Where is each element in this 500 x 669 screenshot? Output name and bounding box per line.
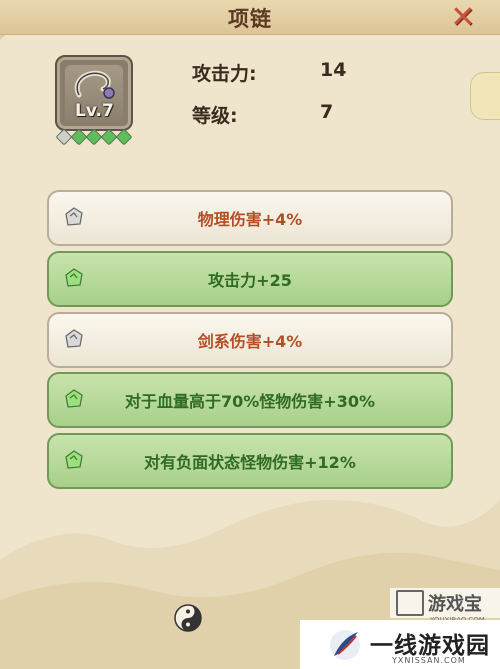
- close-x-icon: ✕: [450, 0, 476, 35]
- bonus-row: 物理伤害+4%: [47, 190, 453, 246]
- bonus-row: 对有负面状态怪物伤害+12%: [47, 433, 453, 489]
- window-title: 项链: [228, 7, 272, 31]
- level-label: 等级:: [192, 105, 238, 127]
- watermark-youxibao: 游戏宝: [390, 588, 500, 618]
- close-button[interactable]: ✕: [444, 0, 482, 35]
- bonus-row: 对于血量高于70%怪物伤害+30%: [47, 372, 453, 428]
- watermark-yixian: 一线游戏园 YXNISSAN.COM: [300, 620, 500, 669]
- watermark-site2-url: YXNISSAN.COM: [392, 656, 466, 665]
- bonus-text: 对有负面状态怪物伤害+12%: [144, 453, 356, 472]
- bonus-text: 物理伤害+4%: [197, 210, 303, 229]
- watermark-feather-icon: [330, 630, 360, 660]
- gem-icon: [65, 207, 83, 226]
- watermark-logo-icon: [396, 590, 424, 616]
- level-badge: Lv.7: [75, 101, 114, 121]
- level-value: 7: [320, 101, 334, 123]
- watermark-site2: 一线游戏园: [370, 633, 490, 659]
- bonus-text: 攻击力+25: [208, 271, 292, 290]
- item-icon-frame[interactable]: Lv.7: [55, 55, 133, 131]
- bonus-row: 剑系伤害+4%: [47, 312, 453, 368]
- bonus-text: 剑系伤害+4%: [197, 332, 303, 351]
- gem-icon: [65, 268, 83, 287]
- star-icon: [115, 128, 133, 146]
- gem-icon: [65, 450, 83, 469]
- side-tab[interactable]: [470, 72, 500, 120]
- gem-icon: [65, 389, 83, 408]
- necklace-slot: Lv.7: [65, 65, 123, 121]
- watermark-site1: 游戏宝: [428, 594, 482, 615]
- bonus-row: 攻击力+25: [47, 251, 453, 307]
- yin-yang-icon: [174, 604, 202, 632]
- bonus-text: 对于血量高于70%怪物伤害+30%: [124, 392, 375, 411]
- gem-icon: [65, 329, 83, 348]
- star-rating: [55, 128, 133, 146]
- attack-value: 14: [320, 59, 347, 81]
- attack-label: 攻击力:: [192, 63, 257, 85]
